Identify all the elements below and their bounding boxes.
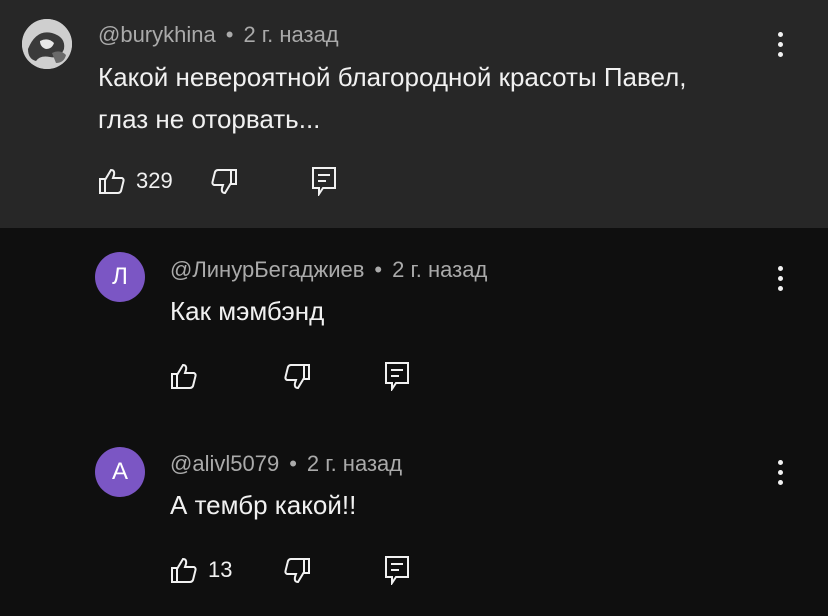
like-button[interactable] [170, 362, 208, 390]
more-vert-icon[interactable] [775, 266, 785, 296]
dislike-button[interactable] [210, 168, 238, 196]
comment-author[interactable]: @ЛинурБегаджиев [170, 257, 364, 282]
more-vert-icon[interactable] [775, 460, 785, 490]
thumb-up-icon [171, 557, 197, 583]
avatar[interactable] [22, 19, 72, 69]
comment-time[interactable]: 2 г. назад [307, 451, 402, 476]
avatar-photo-icon [22, 19, 72, 69]
comment-author[interactable]: @alivl5079 [170, 451, 279, 476]
comment-text-line: глаз не оторвать... [98, 104, 321, 134]
comment-text: Как мэмбэнд [170, 296, 325, 326]
thumb-up-icon [171, 363, 197, 389]
avatar[interactable]: Л [95, 252, 145, 302]
reply-icon [385, 362, 409, 391]
like-button[interactable]: 329 [98, 167, 173, 195]
thumb-down-icon [284, 364, 310, 390]
reply-button[interactable] [384, 555, 410, 585]
meta-separator: • [289, 451, 297, 476]
thumb-down-icon [284, 558, 310, 584]
comment-text-line: Какой невероятной благородной красоты Па… [98, 62, 687, 92]
like-button[interactable]: 13 [170, 556, 232, 584]
reply-icon [385, 556, 409, 585]
comment-meta: @burykhina • 2 г. назад [98, 22, 339, 48]
reply-button[interactable] [384, 361, 410, 391]
meta-separator: • [225, 22, 234, 47]
dislike-button[interactable] [283, 557, 311, 585]
avatar-letter: A [111, 458, 128, 485]
comment-highlighted: @burykhina • 2 г. назад Какой невероятной … [0, 0, 828, 228]
comment-text: Какой невероятной благородной красоты Па… [98, 56, 687, 140]
comment-meta: @ЛинурБегаджиев • 2 г. назад [170, 257, 487, 283]
comment-meta: @alivl5079 • 2 г. назад [170, 451, 402, 477]
avatar[interactable]: A [95, 447, 145, 497]
reply-icon [312, 167, 336, 196]
thumb-up-icon [99, 168, 125, 194]
comment-time[interactable]: 2 г. назад [243, 22, 338, 47]
reply-button[interactable] [311, 166, 337, 196]
comment-time[interactable]: 2 г. назад [392, 257, 487, 282]
comment-author[interactable]: @burykhina [98, 22, 216, 47]
dislike-button[interactable] [283, 363, 311, 391]
like-count: 329 [136, 168, 173, 193]
meta-separator: • [374, 257, 383, 282]
avatar-letter: Л [112, 263, 128, 290]
more-vert-icon[interactable] [775, 32, 785, 62]
like-count: 13 [208, 557, 233, 582]
thumb-down-icon [211, 169, 237, 195]
comment-text: А тембр какой!! [170, 490, 357, 520]
